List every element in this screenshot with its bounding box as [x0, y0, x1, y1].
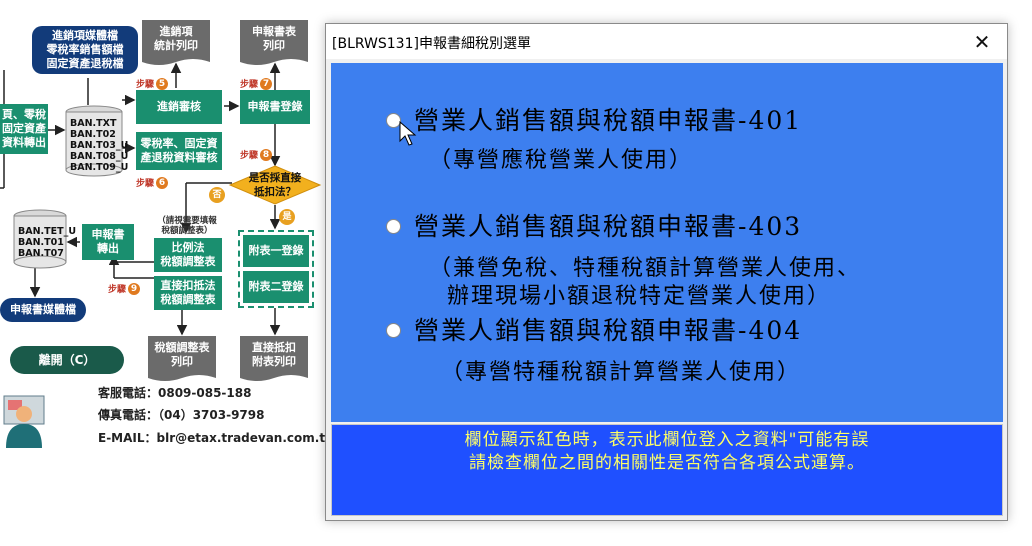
- option-404-label[interactable]: 營業人銷售額與稅額申報書-404: [414, 311, 802, 347]
- close-icon[interactable]: ✕: [959, 24, 1005, 59]
- contact-email: E-MAIL：blr@etax.tradevan.com.tw: [98, 431, 337, 445]
- exit-button[interactable]: 離開（C）: [10, 346, 124, 374]
- adjust-note: （請視需要填報 稅額調整表）: [157, 216, 217, 236]
- declaration-print-doc: 申報書表 列印: [240, 20, 308, 64]
- support-agent-icon: [3, 395, 45, 448]
- declaration-print-label: 申報書表 列印: [252, 25, 296, 52]
- stat-print-doc: 進銷項 統計列印: [142, 20, 210, 64]
- decision-label: 是否採直接 抵扣法？: [248, 172, 302, 198]
- tax-type-dialog: [BLRWS131]申報書細稅別選單 ✕ 營業人銷售額與稅額申報書-401 （專…: [325, 23, 1008, 521]
- option-401-desc: （專營應稅營業人使用）: [429, 148, 694, 173]
- appendix-group: 附表一登錄 附表二登錄: [238, 230, 314, 308]
- step-8-label: 步驟: [240, 151, 259, 161]
- step-9-num: 9: [128, 282, 141, 295]
- yes-badge: 是: [279, 209, 295, 225]
- direct-print-label: 直接抵扣 附表列印: [252, 341, 296, 368]
- option-404-desc: （專營特種稅額計算營業人使用）: [441, 360, 802, 385]
- validation-message-box: 欄位顯示紅色時，表示此欄位登入之資料"可能有誤 請檢查欄位之間的相關性是否符合各…: [331, 424, 1003, 516]
- step-8: 步驟 8: [240, 148, 273, 161]
- step-5: 步驟 5: [136, 77, 169, 90]
- step-6-num: 6: [156, 176, 169, 189]
- step-7-num: 7: [260, 77, 273, 90]
- adjust-print-doc: 稅額調整表 列印: [148, 336, 216, 380]
- step-9-label: 步驟: [108, 285, 127, 295]
- option-401-label[interactable]: 營業人銷售額與稅額申報書-401: [414, 101, 802, 137]
- left-transfer-box: 頁、零稅 固定資產 資料轉出: [0, 104, 48, 154]
- declaration-media-box: 申報書媒體檔: [0, 298, 86, 322]
- dialog-title: [BLRWS131]申報書細稅別選單: [332, 36, 531, 52]
- screen: 進銷項媒體檔 零稅率銷售額檔 固定資產退稅檔 進銷項 統計列印 申報書表 列印 …: [0, 0, 1032, 546]
- bottom-file-list: BAN.TET_U BAN.T01 BAN.T07: [18, 226, 77, 259]
- step-7: 步驟 7: [240, 77, 273, 90]
- validation-message: 欄位顯示紅色時，表示此欄位登入之資料"可能有誤 請檢查欄位之間的相關性是否符合各…: [464, 430, 870, 473]
- adjust-print-label: 稅額調整表 列印: [154, 341, 210, 368]
- dialog-titlebar[interactable]: [BLRWS131]申報書細稅別選單 ✕: [326, 24, 1007, 59]
- appendix1-box: 附表一登錄: [243, 235, 309, 267]
- step-5-num: 5: [156, 77, 169, 90]
- direct-print-doc: 直接抵扣 附表列印: [240, 336, 308, 380]
- option-404[interactable]: 營業人銷售額與稅額申報書-404 （專營特種稅額計算營業人使用）: [331, 316, 1003, 407]
- stat-print-label: 進銷項 統計列印: [154, 25, 198, 52]
- option-403[interactable]: 營業人銷售額與稅額申報書-403 （兼營免稅、特種稅額計算營業人使用、 辦理現場…: [331, 212, 1003, 313]
- mouse-pointer-icon: [399, 121, 417, 146]
- step-6: 步驟 6: [136, 176, 169, 189]
- declaration-register-box: 申報書登錄: [240, 90, 310, 124]
- step-7-label: 步驟: [240, 80, 259, 90]
- direct-method-box: 直接扣抵法 稅額調整表: [154, 276, 222, 310]
- declaration-export-box: 申報書 轉出: [82, 224, 134, 260]
- option-403-desc: （兼營免稅、特種稅額計算營業人使用、 辦理現場小額退稅特定營業人使用）: [429, 256, 862, 309]
- option-401[interactable]: 營業人銷售額與稅額申報書-401 （專營應稅營業人使用）: [331, 106, 1003, 197]
- zero-tax-audit-box: 零稅率、固定資 產退稅資料審核: [136, 132, 222, 170]
- no-badge: 否: [209, 187, 225, 203]
- radio-403[interactable]: [386, 219, 401, 234]
- step-6-label: 步驟: [136, 179, 155, 189]
- proportional-box: 比例法 稅額調整表: [154, 238, 222, 272]
- option-403-label[interactable]: 營業人銷售額與稅額申報書-403: [414, 207, 802, 243]
- audit-box: 進銷審核: [136, 90, 222, 124]
- media-files-box: 進銷項媒體檔 零稅率銷售額檔 固定資產退稅檔: [32, 26, 138, 74]
- step-5-label: 步驟: [136, 80, 155, 90]
- radio-404[interactable]: [386, 323, 401, 338]
- step-8-num: 8: [260, 148, 273, 161]
- step-9: 步驟 9: [108, 282, 141, 295]
- options-panel: 營業人銷售額與稅額申報書-401 （專營應稅營業人使用） 營業人銷售額與稅額申報…: [331, 63, 1003, 422]
- top-file-list: BAN.TXT BAN.T02 BAN.T03_U BAN.T08_U BAN.…: [70, 118, 129, 173]
- contact-phone: 客服電話：0809-085-188: [98, 386, 252, 400]
- appendix2-box: 附表二登錄: [243, 271, 309, 303]
- contact-fax: 傳真電話：（04）3703-9798: [98, 408, 265, 422]
